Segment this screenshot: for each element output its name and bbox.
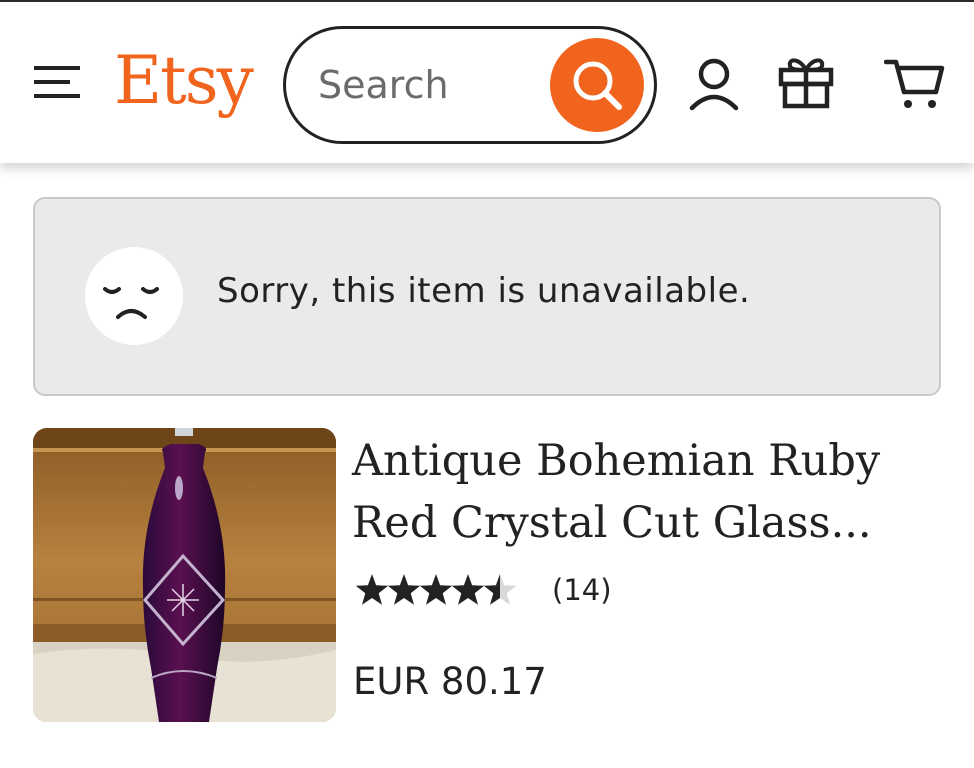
- cart-icon[interactable]: [883, 56, 946, 112]
- star-4: [451, 574, 485, 605]
- site-header: Etsy: [0, 0, 974, 163]
- user-account-icon[interactable]: [686, 56, 742, 112]
- search-bar: [283, 26, 657, 144]
- rating-stars: [355, 574, 517, 605]
- star-rating: (14): [354, 571, 612, 611]
- unavailable-message: Sorry, this item is unavailable.: [217, 271, 751, 311]
- gift-icon[interactable]: [776, 52, 836, 112]
- listing-title-line-1: Antique Bohemian Ruby: [352, 436, 881, 486]
- listing-card[interactable]: Antique Bohemian Ruby Red Crystal Cut Gl…: [33, 428, 941, 724]
- search-icon: [573, 61, 622, 110]
- search-input[interactable]: [318, 55, 548, 115]
- star-1: [355, 574, 389, 605]
- star-2: [387, 574, 421, 605]
- etsy-logo[interactable]: Etsy: [114, 38, 254, 124]
- review-count: (14): [552, 573, 612, 607]
- unavailable-notice: Sorry, this item is unavailable.: [33, 197, 941, 396]
- hamburger-menu-icon[interactable]: [30, 58, 86, 106]
- search-button[interactable]: [550, 38, 644, 132]
- star-5: [483, 574, 517, 605]
- star-3: [419, 574, 453, 605]
- listing-title[interactable]: Antique Bohemian Ruby Red Crystal Cut Gl…: [352, 430, 922, 554]
- listing-price: EUR 80.17: [353, 660, 547, 703]
- listing-image[interactable]: [33, 428, 336, 722]
- listing-title-line-2: Red Crystal Cut Glass...: [352, 498, 872, 548]
- sad-face-icon: [85, 247, 183, 345]
